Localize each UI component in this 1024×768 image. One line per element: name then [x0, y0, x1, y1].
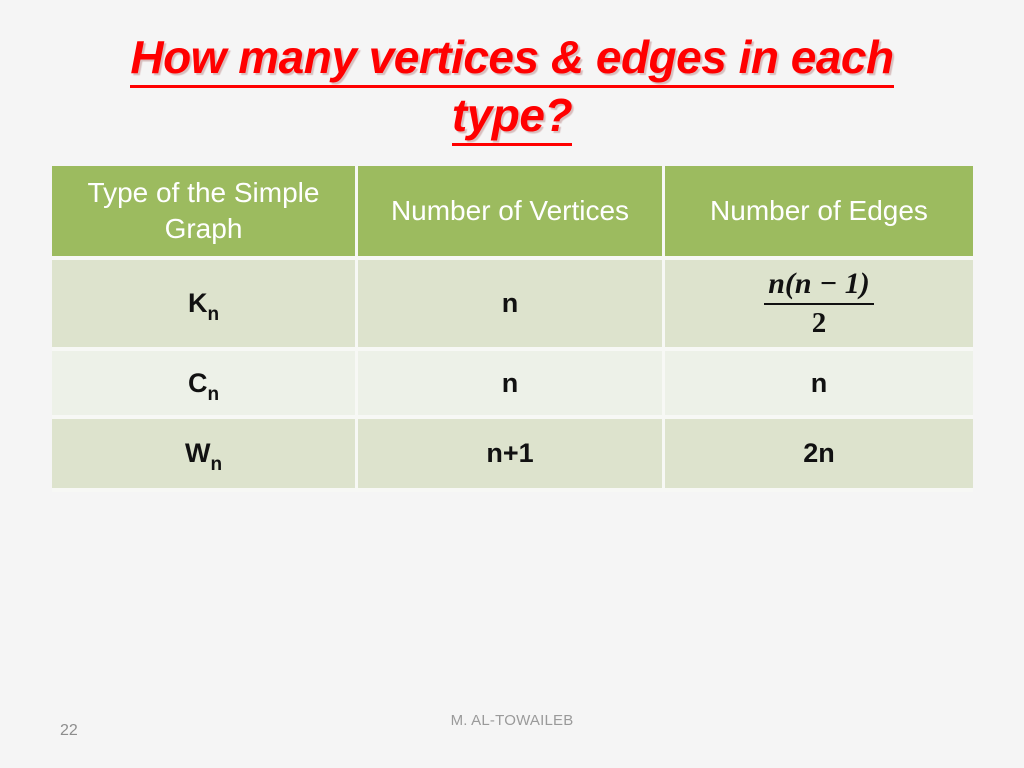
table-row: Kn n n(n − 1) 2 — [52, 260, 973, 351]
cell-edges: n — [665, 351, 973, 419]
column-header-graph-type-label: Type of the Simple Graph — [87, 177, 320, 244]
cell-graph-type: Cn — [52, 351, 358, 419]
fraction-numerator: n(n − 1) — [762, 269, 876, 303]
column-header-graph-type: Type of the Simple Graph — [52, 166, 358, 260]
column-header-vertices-label: Number of Vertices — [390, 195, 630, 226]
fraction-numerator-rest: (n − 1) — [784, 267, 870, 300]
table-body: Kn n n(n − 1) 2 Cn n n Wn n+1 2n — [52, 260, 973, 492]
fraction-denominator: 2 — [811, 307, 827, 339]
graph-symbol: C — [187, 367, 208, 398]
column-header-edges: Number of Edges — [665, 166, 973, 260]
table-header-row: Type of the Simple Graph Number of Verti… — [52, 166, 973, 260]
cell-vertices: n — [358, 351, 665, 419]
cell-graph-type: Kn — [52, 260, 358, 351]
graph-symbol: K — [187, 288, 208, 318]
edges-fraction: n(n − 1) 2 — [762, 269, 876, 338]
cell-graph-type: Wn — [52, 419, 358, 492]
cell-vertices: n — [358, 260, 665, 351]
page-title: How many vertices & edges in each type? — [62, 30, 962, 146]
cell-edges: 2n — [665, 419, 973, 492]
footer-author: M. AL-TOWAILEB — [450, 712, 574, 729]
graph-symbol: W — [184, 438, 211, 468]
title-line-1-text: How many vertices & edges in each — [130, 30, 894, 88]
column-header-vertices: Number of Vertices — [358, 166, 665, 260]
table-row: Wn n+1 2n — [52, 419, 973, 492]
vertex-edge-table: Type of the Simple Graph Number of Verti… — [52, 166, 973, 492]
graph-subscript: n — [210, 454, 223, 475]
cell-edges: n(n − 1) 2 — [665, 260, 973, 351]
graph-subscript: n — [207, 383, 220, 405]
table-row: Cn n n — [52, 351, 973, 419]
graph-subscript: n — [207, 304, 220, 325]
title-line-1: How many vertices & edges in each — [62, 30, 962, 88]
slide-canvas: How many vertices & edges in each type? … — [0, 0, 1024, 768]
fraction-numerator-variable: n — [768, 267, 785, 300]
table-header: Type of the Simple Graph Number of Verti… — [52, 166, 973, 260]
column-header-edges-label: Number of Edges — [710, 195, 928, 226]
title-line-2-text: type? — [451, 88, 573, 146]
title-line-2: type? — [62, 88, 962, 146]
cell-vertices: n+1 — [358, 419, 665, 492]
